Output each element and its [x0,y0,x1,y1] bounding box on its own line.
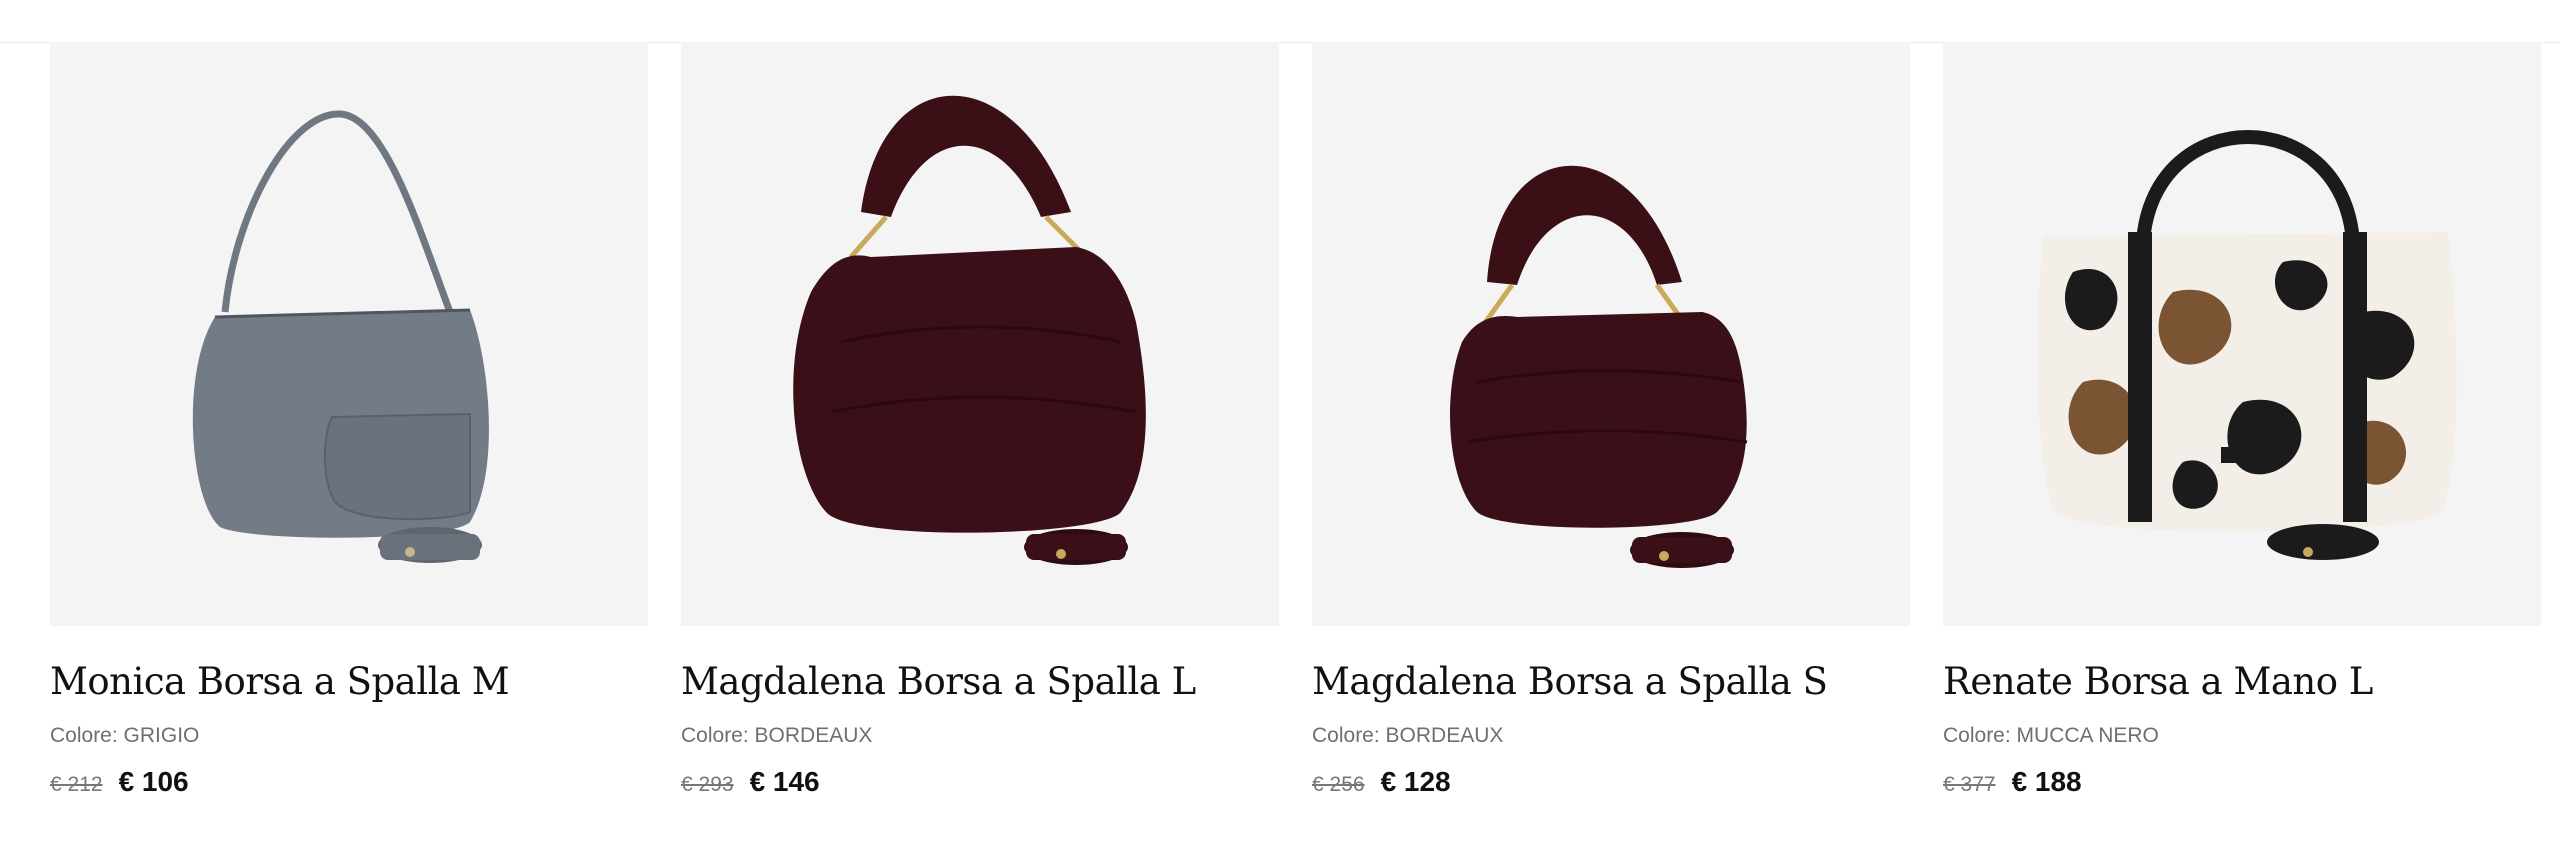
bordeaux-shoulder-bag-small-image [1450,165,1748,568]
product-title[interactable]: Magdalena Borsa a Spalla L [681,660,1196,703]
product-grid: Monica Borsa a Spalla M Colore: GRIGIO €… [50,42,2541,851]
original-price: € 212 [50,773,103,796]
sale-price: € 188 [2011,766,2082,797]
top-bar [0,0,2560,43]
original-price: € 293 [681,773,734,796]
product-title[interactable]: Renate Borsa a Mano L [1943,660,2373,703]
product-title[interactable]: Magdalena Borsa a Spalla S [1312,660,1828,703]
product-image[interactable] [1312,42,1910,626]
product-card[interactable]: Magdalena Borsa a Spalla S Colore: BORDE… [1312,42,1910,797]
product-image[interactable] [50,42,648,626]
grey-shoulder-bag-image [192,110,489,563]
sale-price: € 106 [118,766,189,797]
product-color: Colore: BORDEAUX [681,724,873,747]
price-row: € 377 € 188 [1943,766,2082,798]
cow-print-tote-bag-image [2037,130,2457,560]
product-card[interactable]: Monica Borsa a Spalla M Colore: GRIGIO €… [50,42,648,797]
product-color: Colore: GRIGIO [50,724,200,747]
price-row: € 212 € 106 [50,766,189,798]
price-row: € 293 € 146 [681,766,820,798]
product-image[interactable] [681,42,1279,626]
product-color: Colore: MUCCA NERO [1943,724,2159,747]
original-price: € 256 [1312,773,1365,796]
sale-price: € 128 [1380,766,1451,797]
product-color: Colore: BORDEAUX [1312,724,1504,747]
product-card[interactable]: Magdalena Borsa a Spalla L Colore: BORDE… [681,42,1279,797]
sale-price: € 146 [749,766,820,797]
product-image[interactable] [1943,42,2541,626]
bordeaux-shoulder-bag-large-image [793,95,1146,565]
price-row: € 256 € 128 [1312,766,1451,798]
product-title[interactable]: Monica Borsa a Spalla M [50,660,510,703]
original-price: € 377 [1943,773,1996,796]
product-card[interactable]: Renate Borsa a Mano L Colore: MUCCA NERO… [1943,42,2541,797]
